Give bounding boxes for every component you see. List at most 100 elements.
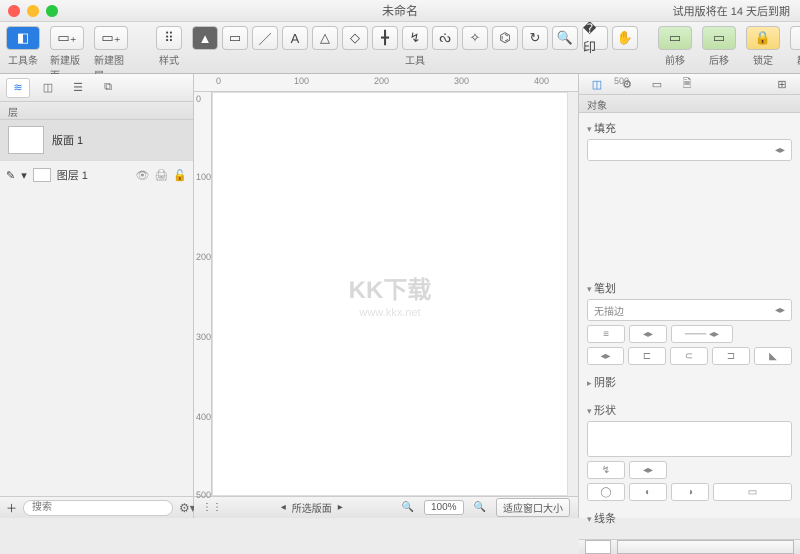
document-title: 未命名 — [382, 2, 418, 19]
stroke-section-title[interactable]: 笔划 — [587, 277, 792, 299]
stroke-dash-select[interactable]: ─── ◂▸ — [671, 325, 733, 343]
lock-layer-icon[interactable]: 🔓 — [173, 169, 187, 182]
connect-tool[interactable]: ↯ — [402, 26, 428, 50]
zoom-value[interactable]: 100% — [424, 500, 464, 515]
lines-section-title[interactable]: 线条 — [587, 507, 792, 529]
canvas-tab-icon[interactable]: ▭ — [645, 74, 669, 94]
ruler-tick: 0 — [196, 94, 201, 104]
outline-tab-icon[interactable]: ◫ — [36, 78, 60, 98]
fill-section-title[interactable]: 填充 — [587, 117, 792, 139]
add-icon[interactable]: ＋ — [6, 500, 17, 516]
ruler-tick: 400 — [196, 412, 211, 422]
shape-stepper[interactable]: ◂▸ — [629, 461, 667, 479]
disclosure-icon[interactable]: ▾ — [21, 169, 27, 182]
send-backward-button[interactable]: ▭ — [702, 26, 736, 50]
print-icon[interactable]: 🖨 — [154, 169, 168, 182]
layer-list-item[interactable]: ✎ ▾ 图层 1 👁 🖨 🔓 — [0, 161, 193, 189]
new-canvas-button[interactable]: ▭₊ — [50, 26, 84, 50]
search-input[interactable] — [23, 500, 173, 516]
stroke-style-icon[interactable]: ≡ — [587, 325, 625, 343]
watermark-sub: www.kkx.net — [349, 307, 432, 319]
prev-canvas-icon[interactable]: ◂ — [281, 502, 286, 513]
fit-window-button[interactable]: 适应窗口大小 — [496, 498, 570, 517]
canvas-list-item[interactable]: 版面 1 — [0, 120, 193, 161]
shape-section-title[interactable]: 形状 — [587, 399, 792, 421]
gradient-swatch[interactable] — [617, 540, 794, 554]
curve-icon[interactable]: ↯ — [587, 461, 625, 479]
pen-tool[interactable]: △ — [312, 26, 338, 50]
rect-tool[interactable]: ▭ — [222, 26, 248, 50]
ruler-vertical: 0 100 200 300 400 500 — [194, 92, 212, 496]
op-subtract-icon[interactable]: ◐ — [629, 483, 667, 501]
titlebar: 未命名 试用版将在 14 天后到期 — [0, 0, 800, 22]
selection-tool[interactable]: ▲ — [192, 26, 218, 50]
shadow-section-title[interactable]: 阴影 — [587, 371, 792, 393]
inspector-header: 对象 — [579, 95, 800, 113]
diamond-tool[interactable]: ✧ — [462, 26, 488, 50]
fill-well[interactable]: ◂▸ — [587, 139, 792, 161]
point-tool[interactable]: ↻ — [522, 26, 548, 50]
list-tab-icon[interactable]: ☰ — [66, 78, 90, 98]
ruler-tick: 0 — [216, 76, 221, 86]
styles-button[interactable]: ⠿ — [156, 26, 182, 50]
stroke-type-select[interactable]: 无描边◂▸ — [587, 299, 792, 321]
hand-tool[interactable]: ✋ — [612, 26, 638, 50]
minimize-icon[interactable] — [27, 5, 39, 17]
scrollbar-vertical[interactable] — [568, 92, 578, 496]
trial-notice: 试用版将在 14 天后到期 — [673, 3, 790, 19]
cap-square-icon[interactable]: ⊐ — [712, 347, 750, 365]
bring-forward-label: 前移 — [665, 52, 685, 67]
node-tool[interactable]: ᔔ — [432, 26, 458, 50]
ruler-tick: 500 — [196, 490, 211, 500]
zoom-icon[interactable] — [46, 5, 58, 17]
new-layer-button[interactable]: ▭₊ — [94, 26, 128, 50]
visibility-icon[interactable]: 👁 — [135, 169, 149, 182]
bring-forward-button[interactable]: ▭ — [658, 26, 692, 50]
group-button[interactable]: ⊞ — [790, 26, 800, 50]
selection-tab-icon[interactable]: ⧉ — [96, 78, 120, 98]
line-tool[interactable]: ／ — [252, 26, 278, 50]
zoom-out-icon[interactable]: 🔍 — [402, 502, 414, 513]
stamp-tool[interactable]: �印 — [582, 26, 608, 50]
text-tool[interactable]: A — [282, 26, 308, 50]
watermark-main: KK下载 — [349, 270, 432, 305]
zoom-in-icon[interactable]: 🔍 — [474, 502, 486, 513]
object-tab-icon[interactable]: ◫ — [585, 74, 609, 94]
cap-butt-icon[interactable]: ⊏ — [628, 347, 666, 365]
layers-section-header: 层 — [0, 102, 193, 120]
cap-round-icon[interactable]: ⊂ — [670, 347, 708, 365]
ruler-tick: 300 — [196, 332, 211, 342]
toolbar-toggle-button[interactable]: ◧ — [6, 26, 40, 50]
ruler-tick: 200 — [374, 76, 389, 86]
left-sidebar: ≋ ◫ ☰ ⧉ 层 版面 1 ✎ ▾ 图层 1 👁 🖨 🔓 ＋ ⚙︎▾ — [0, 74, 194, 518]
stroke-width-stepper[interactable]: ◂▸ — [629, 325, 667, 343]
color-swatch[interactable] — [585, 540, 611, 554]
canvas-name: 版面 1 — [52, 132, 83, 148]
join-icon[interactable]: ◣ — [754, 347, 792, 365]
op-union-icon[interactable]: ◯ — [587, 483, 625, 501]
stroke-corner-select[interactable]: ◂▸ — [587, 347, 624, 365]
styles-label: 样式 — [159, 52, 179, 67]
window-controls — [8, 5, 58, 17]
next-canvas-icon[interactable]: ▸ — [338, 502, 343, 513]
op-extra-icon[interactable]: ▭ — [713, 483, 792, 501]
close-icon[interactable] — [8, 5, 20, 17]
grip-icon[interactable]: ⋮⋮ — [202, 502, 222, 513]
shape-well[interactable] — [587, 421, 792, 457]
layers-tab-icon[interactable]: ≋ — [6, 78, 30, 98]
pencil-icon: ✎ — [6, 169, 15, 182]
op-intersect-icon[interactable]: ◑ — [671, 483, 709, 501]
ruler-horizontal: 0 100 200 300 400 500 — [194, 74, 578, 92]
grid-view-icon[interactable]: ⊞ — [770, 74, 794, 94]
shape-tool[interactable]: ◇ — [342, 26, 368, 50]
ruler-tick: 200 — [196, 252, 211, 262]
document-tab-icon[interactable]: 🗎 — [675, 74, 699, 94]
grid-tool[interactable]: ╋ — [372, 26, 398, 50]
canvas[interactable]: KK下载 www.kkx.net — [212, 92, 568, 496]
link-tool[interactable]: ⌬ — [492, 26, 518, 50]
canvas-region: 0 100 200 300 400 500 0 100 200 300 400 … — [194, 74, 578, 518]
magnify-tool[interactable]: 🔍 — [552, 26, 578, 50]
canvas-thumbnail — [8, 126, 44, 154]
ruler-tick: 100 — [294, 76, 309, 86]
lock-button[interactable]: 🔒 — [746, 26, 780, 50]
